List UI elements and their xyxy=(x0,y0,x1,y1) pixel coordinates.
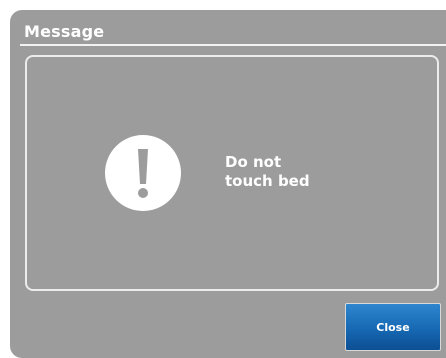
close-button[interactable]: Close xyxy=(345,303,441,351)
message-panel: Do not touch bed xyxy=(25,55,439,291)
message-dialog: Message Do not touch bed Close xyxy=(10,10,446,358)
dialog-title: Message xyxy=(24,22,105,41)
title-divider xyxy=(20,44,446,46)
message-text: Do not touch bed xyxy=(225,153,310,190)
exclamation-icon xyxy=(105,135,181,211)
